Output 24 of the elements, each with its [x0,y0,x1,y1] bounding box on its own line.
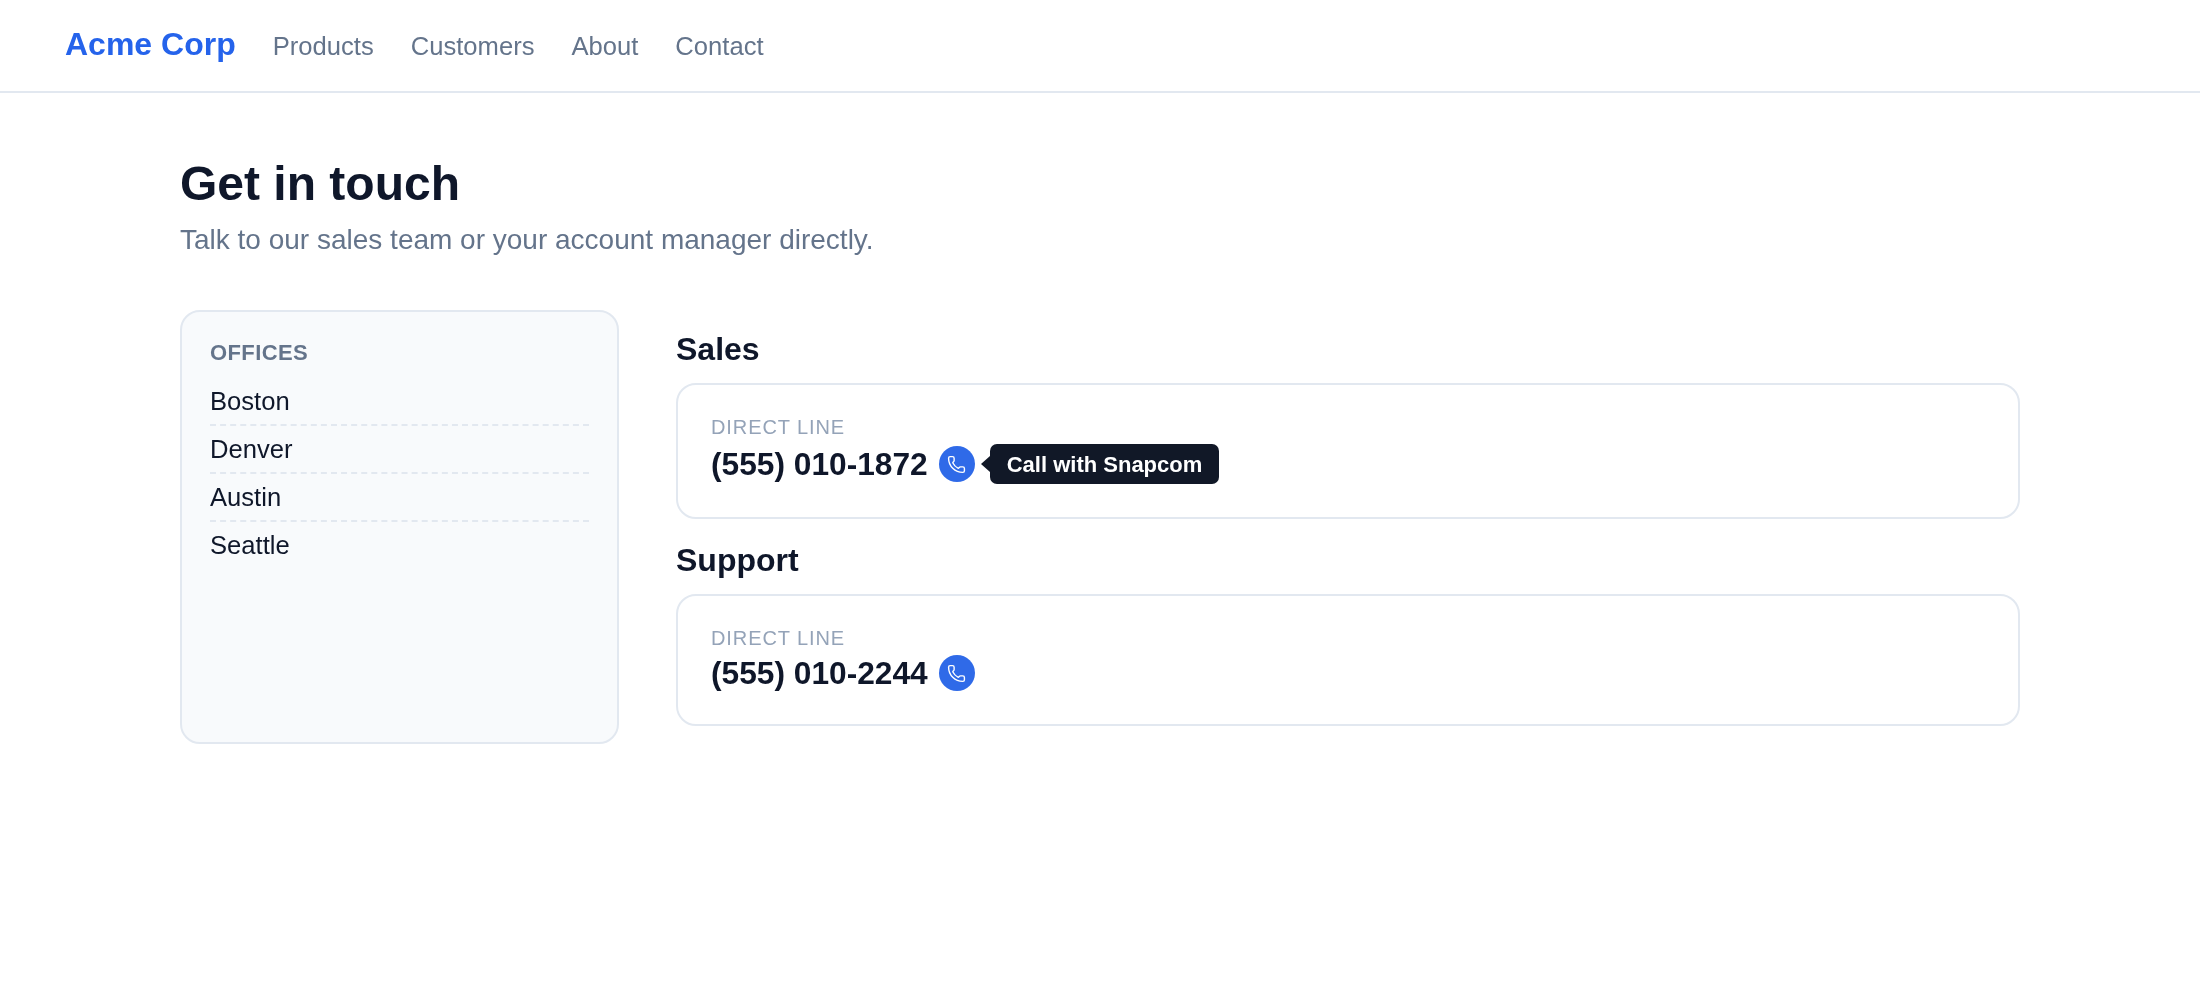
office-item: Austin [210,474,589,522]
call-button[interactable] [938,655,975,691]
phone-icon [947,663,967,683]
brand-logo[interactable]: Acme Corp [65,23,236,64]
tooltip: Call with Snapcom [989,444,1220,484]
office-item: Denver [210,426,589,474]
office-item: Seattle [210,530,291,561]
phone-icon [947,454,967,474]
line-label: DIRECT LINE [711,629,845,648]
call-button[interactable] [938,446,975,482]
nav-link[interactable]: Contact [675,27,764,64]
nav-link[interactable]: Customers [410,27,535,64]
phone-number: (555) 010-2244 [711,655,928,691]
tooltip-pointer-icon [980,456,990,472]
phone-number: (555) 010-1872 [711,446,928,482]
offices-heading: OFFICES [210,339,309,367]
line-label: DIRECT LINE [711,418,845,437]
section-heading: Support [676,541,799,580]
office-item: Boston [210,378,589,426]
page-subtitle: Talk to our sales team or your account manager directly. [180,223,874,257]
page-title: Get in touch [180,156,460,212]
nav-link[interactable]: About [571,27,639,64]
section-heading: Sales [676,330,760,369]
nav-link[interactable]: Products [272,27,374,64]
